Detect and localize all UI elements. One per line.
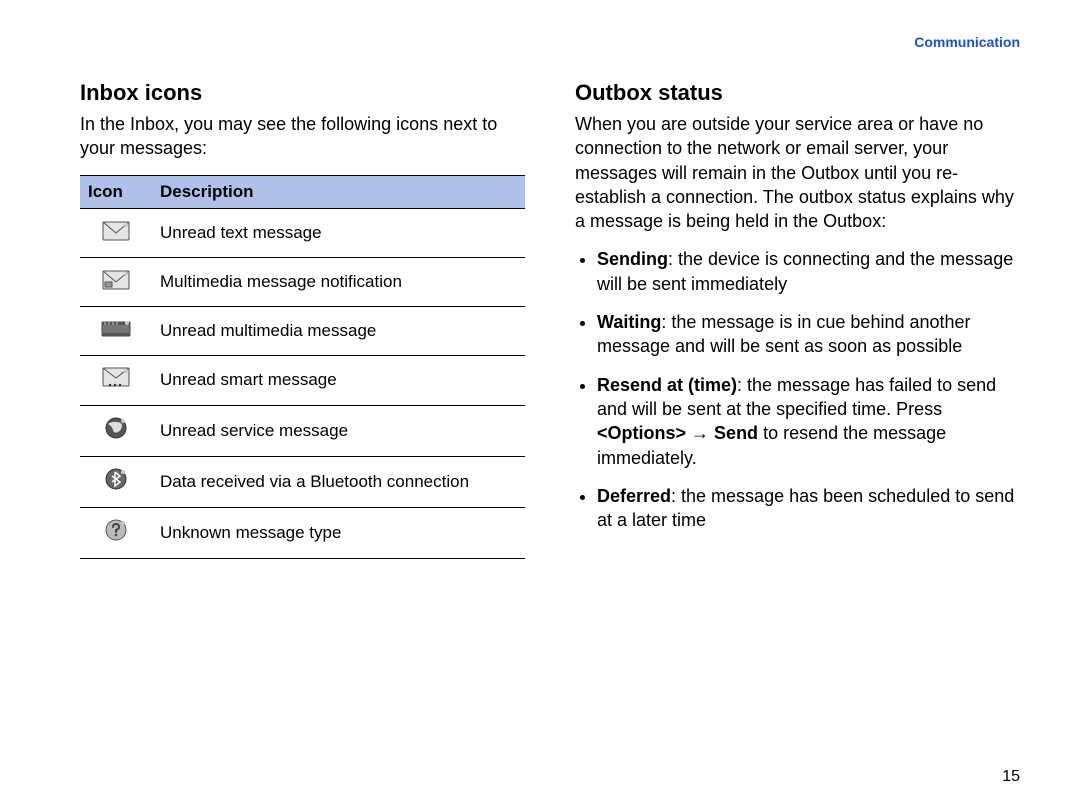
inbox-intro-text: In the Inbox, you may see the following … <box>80 112 525 161</box>
two-column-layout: Inbox icons In the Inbox, you may see th… <box>80 80 1020 559</box>
right-column: Outbox status When you are outside your … <box>575 80 1020 559</box>
left-column: Inbox icons In the Inbox, you may see th… <box>80 80 525 559</box>
angle-right: > <box>676 423 687 443</box>
table-row: Unread text message <box>80 208 525 257</box>
bluetooth-icon <box>101 467 131 491</box>
table-row: Unread multimedia message <box>80 306 525 355</box>
status-label: Deferred <box>597 486 671 506</box>
table-row: Data received via a Bluetooth connection <box>80 457 525 508</box>
row-desc: Unread multimedia message <box>152 306 525 355</box>
status-label: Waiting <box>597 312 661 332</box>
inbox-icons-table: Icon Description Unread text <box>80 175 525 560</box>
smart-envelope-icon <box>101 366 131 390</box>
table-head-icon: Icon <box>80 175 152 208</box>
section-link[interactable]: Communication <box>914 34 1020 50</box>
manual-page: Communication Inbox icons In the Inbox, … <box>0 0 1080 810</box>
arrow-icon: → <box>686 423 714 443</box>
send-label: Send <box>714 423 758 443</box>
table-row: Unread service message <box>80 405 525 456</box>
inbox-icons-heading: Inbox icons <box>80 80 525 106</box>
globe-icon <box>101 416 131 440</box>
question-circle-icon <box>101 518 131 542</box>
list-item: Sending: the device is connecting and th… <box>597 247 1020 296</box>
list-item: Deferred: the message has been scheduled… <box>597 484 1020 533</box>
table-row: Unknown message type <box>80 508 525 559</box>
outbox-status-heading: Outbox status <box>575 80 1020 106</box>
angle-left: < <box>597 423 608 443</box>
mms-envelope-icon <box>101 268 131 292</box>
options-label: Options <box>608 423 676 443</box>
status-label: Sending <box>597 249 668 269</box>
row-desc: Unread smart message <box>152 355 525 405</box>
outbox-status-list: Sending: the device is connecting and th… <box>575 247 1020 532</box>
row-desc: Multimedia message notification <box>152 257 525 306</box>
table-row: Multimedia message notification <box>80 257 525 306</box>
row-desc: Data received via a Bluetooth connection <box>152 457 525 508</box>
outbox-intro-text: When you are outside your service area o… <box>575 112 1020 233</box>
page-number: 15 <box>1002 768 1020 786</box>
list-item: Resend at (time): the message has failed… <box>597 373 1020 470</box>
table-row: Unread smart message <box>80 355 525 405</box>
status-label: Resend at (time) <box>597 375 737 395</box>
list-item: Waiting: the message is in cue behind an… <box>597 310 1020 359</box>
table-head-description: Description <box>152 175 525 208</box>
row-desc: Unread service message <box>152 405 525 456</box>
film-strip-icon <box>101 317 131 341</box>
row-desc: Unknown message type <box>152 508 525 559</box>
envelope-icon <box>101 219 131 243</box>
row-desc: Unread text message <box>152 208 525 257</box>
